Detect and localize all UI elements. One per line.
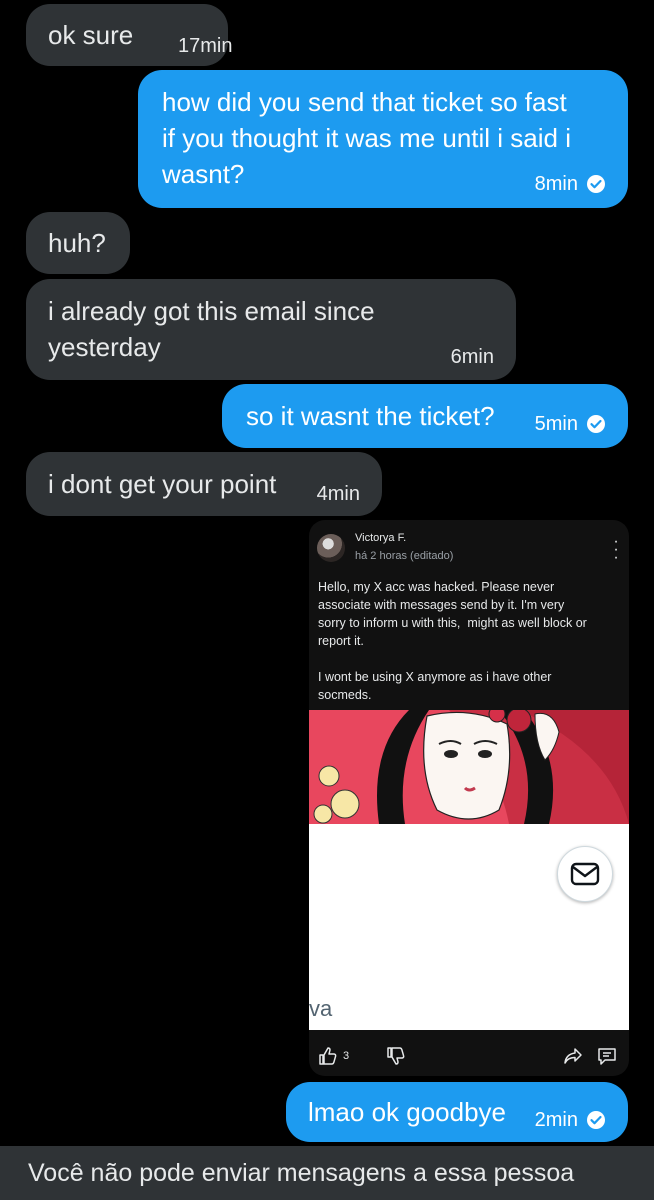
sent-check-icon <box>587 415 605 433</box>
message-time: 17min <box>178 35 233 57</box>
sent-check-icon <box>587 175 605 193</box>
message-meta: 2min <box>535 1102 606 1138</box>
message-time: 2min <box>534 1109 578 1131</box>
message-text: huh? <box>48 228 106 258</box>
message-incoming[interactable]: huh? <box>26 212 130 274</box>
post-author: Victorya F. <box>355 532 407 544</box>
message-meta: 5min <box>535 406 606 442</box>
post-header: Victorya F. há 2 horas (editado) · · · <box>309 520 629 580</box>
message-meta: 8min <box>535 166 606 202</box>
message-text: lmao ok goodbye <box>308 1097 507 1127</box>
message-time: 6min <box>450 346 494 368</box>
message-outgoing[interactable]: lmao ok goodbye 2min <box>286 1082 628 1142</box>
message-incoming[interactable]: i already got this email since yesterday… <box>26 279 516 380</box>
message-fab-button[interactable] <box>557 846 613 902</box>
message-text: so it wasnt the ticket? <box>246 401 495 431</box>
comment-icon[interactable] <box>597 1046 617 1066</box>
thumbs-down-icon[interactable] <box>386 1046 406 1066</box>
attached-image[interactable]: Victorya F. há 2 horas (editado) · · · Hel… <box>309 520 629 1076</box>
envelope-icon <box>570 862 600 886</box>
message-time: 5min <box>534 413 578 435</box>
message-time: 8min <box>534 173 578 195</box>
message-incoming[interactable]: ok sure 17min <box>26 4 232 66</box>
like-count: 3 <box>343 1050 350 1062</box>
cropped-text: va <box>309 996 333 1021</box>
sent-check-icon <box>587 1111 605 1129</box>
thumbs-up-icon[interactable] <box>318 1046 338 1066</box>
message-text: ok sure <box>48 20 134 50</box>
message-time: 4min <box>316 483 360 505</box>
post-illustration <box>309 710 629 824</box>
cannot-message-notice: Você não pode enviar mensagens a essa pe… <box>0 1146 654 1200</box>
share-icon[interactable] <box>563 1046 583 1066</box>
message-text: i already got this email since yesterday <box>48 296 375 362</box>
message-outgoing[interactable]: so it wasnt the ticket? 5min <box>222 384 628 448</box>
more-options-icon: · · · <box>613 533 619 566</box>
post-timestamp: há 2 horas (editado) <box>355 550 454 562</box>
notice-text: Você não pode enviar mensagens a essa pe… <box>28 1159 575 1187</box>
post-action-bar: 3 <box>309 1036 629 1076</box>
message-outgoing[interactable]: how did you send that ticket so fast if … <box>138 70 628 208</box>
message-text: i dont get your point <box>48 469 277 499</box>
post-body: Hello, my X acc was hacked. Please never… <box>318 580 587 702</box>
avatar <box>317 534 345 562</box>
message-incoming[interactable]: i dont get your point 4min <box>26 452 382 516</box>
